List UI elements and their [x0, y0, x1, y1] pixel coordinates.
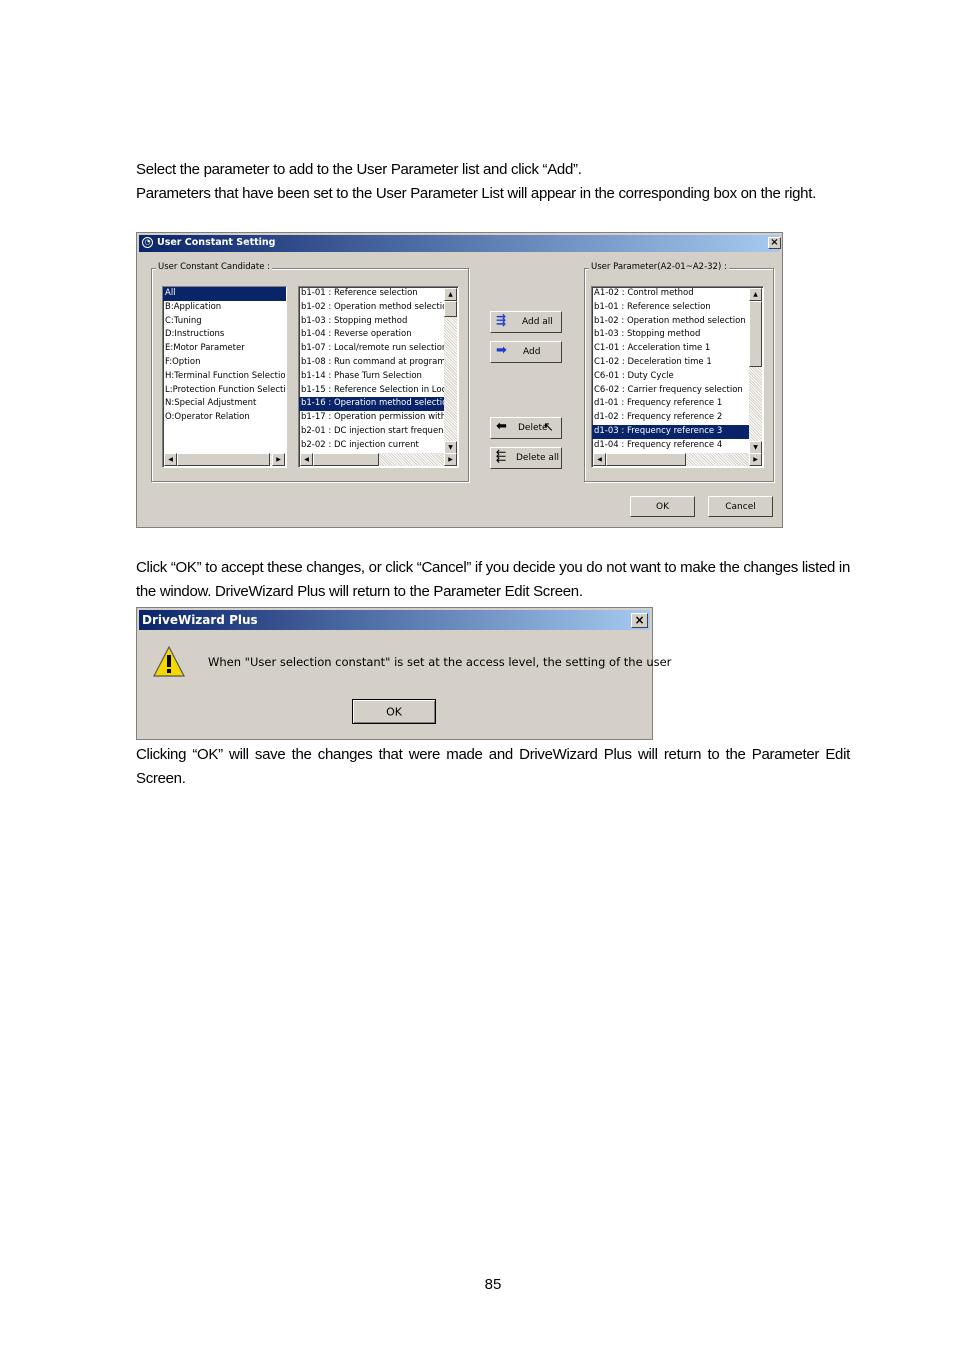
scroll-right-icon[interactable]: ▶	[444, 453, 457, 466]
cancel-label: Cancel	[725, 501, 756, 512]
user-parameter-list-item[interactable]: C6-01 : Duty Cycle	[592, 370, 750, 384]
user-constant-setting-dialog: ◔ User Constant Setting × User Constant …	[136, 232, 783, 528]
category-list-item[interactable]: N:Special Adjustment	[163, 397, 286, 411]
scroll-thumb[interactable]	[444, 301, 457, 317]
candidate-list-item[interactable]: b1-03 : Stopping method	[299, 315, 445, 329]
candidate-list-item[interactable]: b1-14 : Phase Turn Selection	[299, 370, 445, 384]
ok-button[interactable]: OK	[630, 496, 695, 517]
drivewizard-message-dialog: DriveWizard Plus × When "User selection …	[136, 607, 671, 740]
scroll-right-icon[interactable]: ▶	[749, 453, 762, 466]
category-list-item[interactable]: L:Protection Function Selection	[163, 384, 286, 398]
user-parameter-list-item[interactable]: C1-01 : Acceleration time 1	[592, 342, 750, 356]
candidate-list-item[interactable]: b1-16 : Operation method selection	[299, 397, 445, 412]
candidate-list-item[interactable]: b1-17 : Operation permission with	[299, 411, 445, 425]
scroll-thumb[interactable]	[313, 453, 379, 466]
add-button[interactable]: ➡ Add	[490, 341, 562, 363]
category-hscrollbar[interactable]: ◀ ▶	[164, 453, 285, 466]
scroll-thumb[interactable]	[749, 301, 762, 367]
add-all-button[interactable]: ⇶ Add all	[490, 311, 562, 333]
user-vscrollbar[interactable]: ▲ ▼	[749, 288, 762, 454]
scroll-thumb[interactable]	[606, 453, 686, 466]
candidate-list-item[interactable]: b1-08 : Run command at programming	[299, 356, 445, 370]
ok-label: OK	[386, 705, 402, 718]
category-list-item[interactable]: F:Option	[163, 356, 286, 370]
candidate-group-label: User Constant Candidate :	[156, 262, 273, 272]
left-arrow-icon: ⬅	[496, 419, 507, 434]
delete-all-label: Delete all	[516, 453, 559, 463]
dialog-message: When "User selection constant" is set at…	[208, 655, 672, 669]
close-icon: ×	[770, 237, 779, 248]
user-parameter-list-item[interactable]: b1-01 : Reference selection	[592, 301, 750, 315]
warning-icon	[153, 645, 185, 677]
category-listbox[interactable]: All B:Application C:Tuning D:Instructions E:…	[162, 286, 287, 468]
user-parameter-group-label: User Parameter(A2-01~A2-32) :	[589, 262, 729, 272]
user-parameter-listbox[interactable]: A1-02 : Control method b1-01 : Reference …	[591, 286, 764, 468]
scroll-right-icon[interactable]: ▶	[272, 453, 285, 466]
user-hscrollbar[interactable]: ◀ ▶	[593, 453, 762, 466]
category-list-item[interactable]: D:Instructions	[163, 328, 286, 342]
candidate-list-item[interactable]: b1-04 : Reverse operation	[299, 328, 445, 342]
delete-all-button[interactable]: ⬱ Delete all	[490, 447, 562, 469]
close-button[interactable]: ×	[768, 237, 781, 249]
instruction-line-2: Parameters that have been set to the Use…	[136, 185, 816, 202]
candidate-vscrollbar[interactable]: ▲ ▼	[444, 288, 457, 454]
candidate-list-item[interactable]: b1-02 : Operation method selection	[299, 301, 445, 315]
app-icon: ◔	[142, 237, 153, 248]
user-parameter-list-item[interactable]: d1-03 : Frequency reference 3	[592, 424, 750, 439]
user-parameter-list-item[interactable]: d1-02 : Frequency reference 2	[592, 411, 750, 425]
scroll-left-icon[interactable]: ◀	[593, 453, 606, 466]
user-parameter-list-item[interactable]: b1-02 : Operation method selection	[592, 315, 750, 329]
user-parameter-list-item[interactable]: C1-02 : Deceleration time 1	[592, 356, 750, 370]
category-list-item[interactable]: H:Terminal Function Selection	[163, 370, 286, 384]
user-parameter-list-item[interactable]: d1-01 : Frequency reference 1	[592, 397, 750, 411]
ok-cancel-paragraph: Click “OK” to accept these changes, or c…	[136, 559, 850, 600]
candidate-list-item[interactable]: b1-07 : Local/remote run selection	[299, 342, 445, 356]
category-list-item[interactable]: All	[163, 287, 286, 301]
user-parameter-list-item[interactable]: A1-02 : Control method	[592, 287, 750, 301]
candidate-list-item[interactable]: b2-01 : DC injection start frequency	[299, 425, 445, 439]
ok-button[interactable]: OK	[352, 699, 436, 724]
cancel-button[interactable]: Cancel	[708, 496, 773, 517]
scroll-thumb[interactable]	[177, 453, 270, 466]
add-all-label: Add all	[522, 317, 553, 327]
user-parameter-list-item[interactable]: C6-02 : Carrier frequency selection	[592, 384, 750, 398]
page-number: 85	[484, 1276, 502, 1293]
add-all-arrows-icon: ⇶	[496, 313, 507, 327]
mouse-cursor-icon: ↖	[543, 420, 554, 435]
category-list-item[interactable]: B:Application	[163, 301, 286, 315]
scroll-up-icon[interactable]: ▲	[749, 288, 762, 301]
delete-button[interactable]: ⬅ Delete ↖	[490, 417, 562, 439]
close-button[interactable]: ×	[631, 613, 648, 628]
candidate-list-item[interactable]: b1-15 : Reference Selection in Local	[299, 384, 445, 398]
right-arrow-icon: ➡	[496, 343, 507, 358]
candidate-hscrollbar[interactable]: ◀ ▶	[300, 453, 457, 466]
category-list-item[interactable]: E:Motor Parameter	[163, 342, 286, 356]
category-list-item[interactable]: C:Tuning	[163, 315, 286, 329]
dialog-title: DriveWizard Plus	[142, 613, 258, 627]
user-parameter-list-item[interactable]: b1-03 : Stopping method	[592, 328, 750, 342]
add-label: Add	[523, 347, 541, 357]
candidate-listbox[interactable]: b1-01 : Reference selection b1-02 : Opera…	[298, 286, 459, 468]
dialog-title-bar: DriveWizard Plus	[139, 610, 650, 630]
instruction-line-1: Select the parameter to add to the User …	[136, 161, 582, 178]
dialog-title: User Constant Setting	[157, 237, 276, 248]
candidate-list-item[interactable]: b1-01 : Reference selection	[299, 287, 445, 301]
save-paragraph: Clicking “OK” will save the changes that…	[136, 746, 850, 787]
user-parameter-list-item[interactable]: d1-04 : Frequency reference 4	[592, 439, 750, 453]
scroll-left-icon[interactable]: ◀	[164, 453, 177, 466]
scroll-up-icon[interactable]: ▲	[444, 288, 457, 301]
category-list-item[interactable]: O:Operator Relation	[163, 411, 286, 425]
instruction-paragraph: Select the parameter to add to the User …	[136, 158, 850, 206]
candidate-list-item[interactable]: b2-02 : DC injection current	[299, 439, 445, 453]
dialog-title-bar: ◔ User Constant Setting	[139, 235, 780, 252]
delete-all-arrows-icon: ⬱	[496, 449, 506, 463]
ok-label: OK	[656, 501, 669, 512]
scroll-left-icon[interactable]: ◀	[300, 453, 313, 466]
close-icon: ×	[634, 613, 645, 627]
